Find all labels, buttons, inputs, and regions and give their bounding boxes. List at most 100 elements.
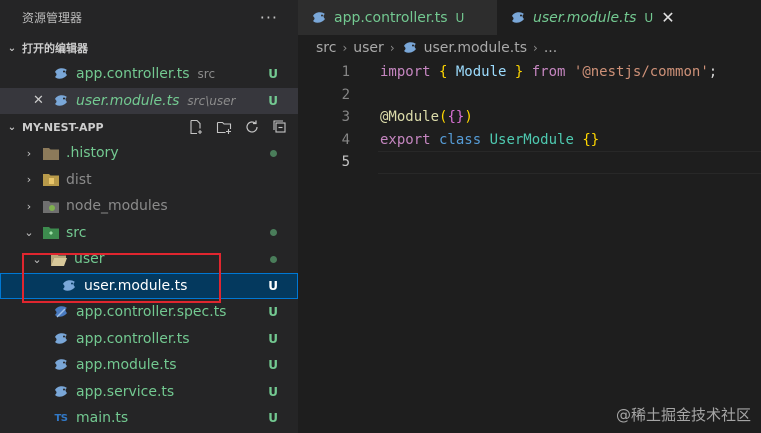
tab-label: user.module.ts	[533, 9, 637, 26]
tree-label: user.module.ts	[84, 277, 188, 294]
tree-label: app.controller.spec.ts	[76, 304, 227, 321]
tree-folder-src[interactable]: ⌄ src	[0, 220, 298, 247]
tree-label: .history	[66, 145, 119, 162]
code-token: from	[523, 64, 574, 81]
tree-file-app-controller[interactable]: app.controller.ts U	[0, 326, 298, 353]
tab-app-controller[interactable]: app.controller.ts U	[298, 0, 497, 35]
tree-label: dist	[66, 171, 92, 188]
new-file-icon[interactable]	[186, 117, 206, 137]
untracked-badge: U	[268, 384, 278, 399]
line-number: 4	[341, 131, 350, 148]
tree-label: app.service.ts	[76, 383, 175, 400]
tree-file-app-controller-spec[interactable]: app.controller.spec.ts U	[0, 299, 298, 326]
breadcrumb-file[interactable]: user.module.ts	[424, 40, 527, 56]
open-editor-path: src\user	[187, 93, 236, 108]
line-content: import { Module } from '@nestjs/common';	[350, 64, 717, 80]
code-editor[interactable]: 1 import { Module } from '@nestjs/common…	[298, 61, 761, 174]
close-icon[interactable]: ✕	[661, 8, 674, 27]
chevron-right-icon: ›	[533, 41, 538, 55]
collapse-all-icon[interactable]	[270, 117, 290, 137]
tree-label: app.controller.ts	[76, 330, 190, 347]
chevron-right-icon: ›	[26, 146, 32, 160]
code-line: 1 import { Module } from '@nestjs/common…	[298, 61, 761, 84]
folder-open-icon	[50, 251, 68, 267]
watermark: @稀土掘金技术社区	[615, 406, 751, 424]
modified-dot	[270, 229, 277, 237]
editor-tabs: app.controller.ts U user.module.ts U ✕	[298, 0, 761, 35]
open-editor-item-user-module[interactable]: ✕ user.module.ts src\user U	[0, 87, 298, 114]
untracked-badge: U	[455, 10, 465, 25]
breadcrumb-src[interactable]: src	[316, 40, 336, 56]
untracked-badge: U	[268, 331, 278, 346]
tree-folder-history[interactable]: › .history	[0, 140, 298, 167]
code-token: @Module	[380, 109, 440, 126]
code-token: {}	[447, 109, 465, 126]
code-token: )	[464, 109, 473, 126]
breadcrumb-user[interactable]: user	[353, 40, 384, 56]
nest-file-icon	[52, 331, 70, 347]
tree-folder-dist[interactable]: › dist	[0, 167, 298, 194]
chevron-down-icon: ⌄	[24, 226, 34, 240]
chevron-down-icon: ⌄	[7, 42, 17, 54]
chevron-right-icon: ›	[26, 199, 32, 213]
tree-folder-node-modules[interactable]: › node_modules	[0, 193, 298, 220]
line-number: 1	[341, 64, 350, 81]
nest-file-icon	[52, 357, 70, 373]
code-token: class	[430, 131, 490, 148]
code-token: UserModule	[489, 131, 574, 148]
folder-src-icon	[42, 225, 60, 241]
chevron-right-icon: ›	[26, 173, 32, 187]
new-folder-icon[interactable]	[214, 117, 234, 137]
untracked-badge: U	[268, 305, 278, 320]
tree-file-main[interactable]: TS main.ts U	[0, 405, 298, 432]
tab-label: app.controller.ts	[334, 9, 448, 26]
open-editors-header[interactable]: ⌄ 打开的编辑器	[0, 35, 298, 61]
nest-file-icon	[52, 93, 70, 109]
code-token: '@nestjs/common'	[573, 64, 709, 81]
chevron-down-icon: ⌄	[7, 121, 17, 133]
untracked-badge: U	[268, 411, 278, 426]
refresh-icon[interactable]	[242, 117, 262, 137]
code-token: import	[380, 64, 431, 81]
untracked-badge: U	[644, 10, 654, 25]
code-line: 4 export class UserModule {}	[298, 129, 761, 152]
nest-file-icon	[52, 66, 70, 82]
tree-label: user	[74, 251, 105, 268]
open-editor-item-app-controller[interactable]: app.controller.ts src U	[0, 61, 298, 88]
code-line: 3 @Module({})	[298, 106, 761, 129]
folder-node-icon	[42, 198, 60, 214]
code-token: ;	[708, 64, 718, 81]
code-token: {	[439, 64, 456, 81]
untracked-badge: U	[268, 358, 278, 373]
code-token: }	[506, 64, 524, 81]
tree-file-user-module[interactable]: user.module.ts U	[0, 272, 298, 299]
code-line-current: 5	[298, 151, 761, 174]
project-header[interactable]: ⌄ MY-NEST-APP	[0, 114, 298, 140]
tree-label: node_modules	[66, 198, 168, 215]
untracked-badge: U	[268, 278, 278, 293]
chevron-right-icon: ›	[389, 41, 395, 55]
typescript-icon: TS	[52, 410, 70, 426]
code-line: 2	[298, 84, 761, 107]
code-token: export	[380, 131, 431, 148]
tree-file-app-module[interactable]: app.module.ts U	[0, 352, 298, 379]
tree-file-app-service[interactable]: app.service.ts U	[0, 379, 298, 406]
breadcrumb: src › user › user.module.ts › ...	[298, 35, 761, 61]
line-number: 3	[341, 109, 350, 126]
modified-dot	[270, 149, 277, 157]
more-actions-icon[interactable]: ···	[260, 8, 278, 27]
explorer-title-bar: 资源管理器 ···	[0, 0, 298, 35]
nest-file-icon	[401, 40, 419, 56]
folder-icon	[42, 145, 60, 161]
tab-user-module[interactable]: user.module.ts U ✕	[497, 0, 761, 35]
tree-label: app.module.ts	[76, 357, 177, 374]
tree-folder-user[interactable]: ⌄ user	[0, 246, 298, 273]
chevron-down-icon: ⌄	[32, 252, 42, 266]
close-icon[interactable]: ✕	[33, 93, 44, 108]
tree-label: main.ts	[76, 410, 129, 427]
line-number: 5	[341, 154, 350, 171]
breadcrumb-symbol[interactable]: ...	[544, 40, 557, 56]
explorer-title: 资源管理器	[22, 11, 83, 25]
editor-area: app.controller.ts U user.module.ts U ✕ s…	[298, 0, 761, 433]
nest-file-icon	[60, 278, 78, 294]
